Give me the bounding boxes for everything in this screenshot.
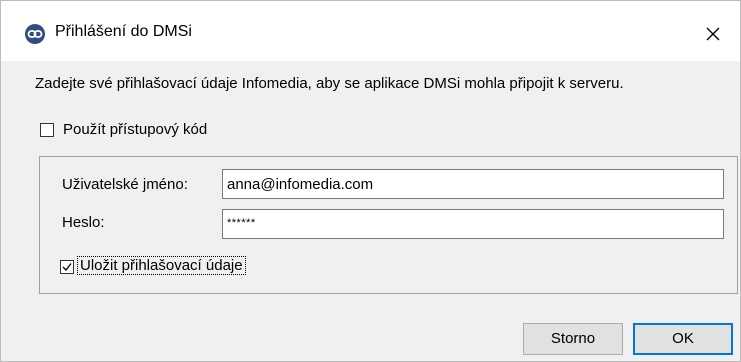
username-label: Uživatelské jméno: bbox=[62, 176, 188, 193]
login-dialog: Přihlášení do DMSi Zadejte své přihlašov… bbox=[0, 0, 741, 362]
title-bar: Přihlášení do DMSi bbox=[1, 1, 740, 61]
chain-link-icon bbox=[25, 24, 45, 44]
ok-button[interactable]: OK bbox=[633, 323, 733, 355]
instruction-text: Zadejte své přihlašovací údaje Infomedia… bbox=[35, 75, 624, 92]
close-icon bbox=[706, 27, 720, 41]
access-code-label[interactable]: Použít přístupový kód bbox=[63, 121, 207, 138]
save-credentials-label[interactable]: Uložit přihlašovací údaje bbox=[77, 256, 246, 275]
window-title: Přihlášení do DMSi bbox=[55, 23, 192, 40]
password-input[interactable]: ****** bbox=[222, 209, 724, 239]
username-input[interactable]: anna@infomedia.com bbox=[222, 169, 724, 199]
checkmark-icon bbox=[62, 263, 72, 271]
close-button[interactable] bbox=[693, 15, 733, 53]
password-label: Heslo: bbox=[62, 214, 105, 231]
access-code-checkbox[interactable] bbox=[40, 123, 54, 137]
cancel-button[interactable]: Storno bbox=[523, 323, 623, 355]
save-credentials-checkbox[interactable] bbox=[60, 260, 74, 274]
